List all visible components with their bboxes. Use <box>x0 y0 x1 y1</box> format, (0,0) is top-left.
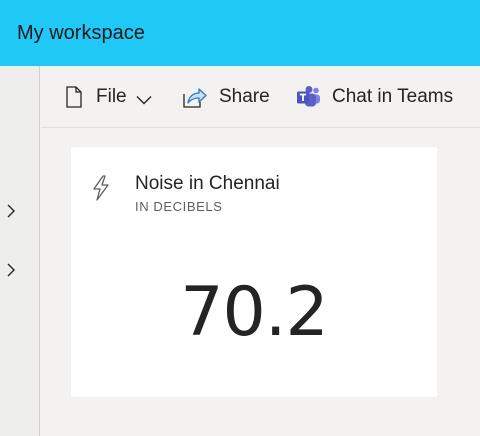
file-menu-button[interactable]: File <box>65 84 152 110</box>
tile-title: Noise in Chennai <box>135 173 280 194</box>
chat-in-teams-label: Chat in Teams <box>332 86 454 107</box>
tile-subtitle: IN DECIBELS <box>135 199 223 214</box>
dashboard-canvas: Noise in Chennai IN DECIBELS 70.2 <box>41 129 480 436</box>
toolbar: File Share Chat in Teams <box>41 66 480 128</box>
chevron-down-icon <box>136 92 152 105</box>
lightning-bolt-icon <box>91 175 111 201</box>
chevron-right-icon[interactable] <box>3 203 19 219</box>
teams-icon <box>296 85 321 109</box>
chat-in-teams-button[interactable]: Chat in Teams <box>296 84 453 110</box>
app-header: My workspace <box>0 0 480 66</box>
share-icon <box>183 86 207 108</box>
file-label: File <box>96 86 127 107</box>
chevron-right-icon[interactable] <box>3 262 19 278</box>
chevron-right-icon-glyph <box>7 204 15 218</box>
tile-value: 70.2 <box>180 273 328 352</box>
share-label: Share <box>219 86 270 107</box>
chevron-right-icon-glyph <box>7 263 15 277</box>
card-tile[interactable]: Noise in Chennai IN DECIBELS 70.2 <box>71 147 437 397</box>
share-button[interactable]: Share <box>183 84 270 110</box>
left-rail <box>0 66 40 436</box>
file-icon <box>65 86 83 108</box>
workspace-title[interactable]: My workspace <box>17 20 145 46</box>
